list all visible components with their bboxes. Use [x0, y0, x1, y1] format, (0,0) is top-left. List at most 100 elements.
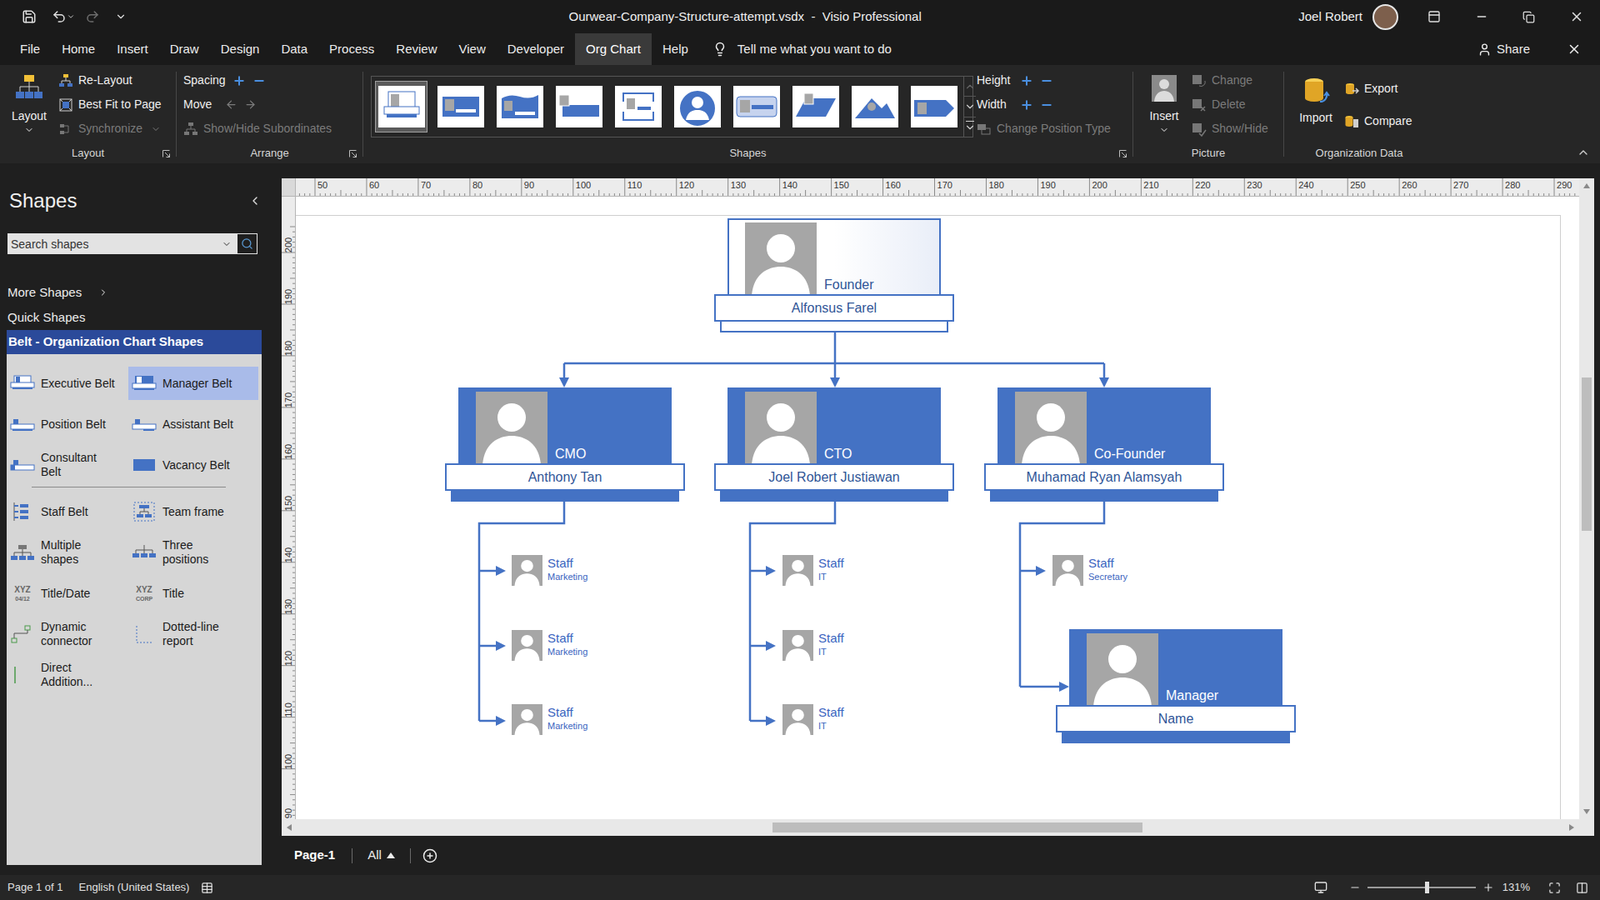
stencil-shape[interactable]: Vacancy Belt — [128, 448, 259, 482]
style-thumbnail[interactable] — [552, 80, 605, 133]
staff-shape[interactable]: StaffMarketing — [510, 554, 588, 587]
gallery-down-button[interactable] — [964, 95, 976, 116]
org-position-shape[interactable]: Co-FounderMuhamad Ryan Alamsyah — [997, 387, 1211, 503]
increase-spacing-icon[interactable] — [232, 74, 246, 88]
search-shapes-input[interactable] — [7, 233, 222, 255]
restore-button[interactable] — [1505, 0, 1553, 34]
menu-tab[interactable]: Org Chart — [575, 33, 652, 65]
menu-tab[interactable]: Home — [50, 33, 106, 65]
ribbon-button[interactable]: Re-Layout — [58, 68, 162, 93]
menu-tab[interactable]: Developer — [496, 33, 575, 65]
menu-tab[interactable]: Data — [270, 33, 319, 65]
page-tab[interactable]: Page-1 — [281, 845, 335, 865]
minimize-button[interactable] — [1457, 0, 1505, 34]
scroll-left-button[interactable] — [281, 819, 297, 836]
redo-icon[interactable] — [85, 9, 100, 25]
close-document-button[interactable] — [1566, 41, 1582, 57]
collapse-ribbon-button[interactable] — [1576, 145, 1590, 160]
style-thumbnail[interactable] — [670, 80, 724, 133]
ribbon-button[interactable]: Show/Hide Subordinates — [183, 116, 363, 141]
style-thumbnail[interactable] — [907, 80, 960, 133]
stencil-shape[interactable]: XYZ04/12Title/Date — [6, 576, 125, 610]
staff-shape[interactable]: StaffIT — [781, 554, 845, 587]
org-position-shape[interactable]: ManagerName — [1069, 629, 1283, 745]
menu-tab[interactable]: View — [447, 33, 496, 65]
stencil-shape[interactable]: Multiple shapes — [6, 535, 125, 570]
stencil-shape[interactable]: Three positions — [128, 535, 259, 570]
zoom-in-icon[interactable] — [1482, 881, 1495, 894]
stencil-shape[interactable]: Dotted-line report — [128, 617, 259, 651]
dialog-launcher-icon[interactable] — [348, 149, 358, 159]
all-pages-button[interactable]: All — [367, 845, 395, 865]
add-page-icon[interactable] — [422, 848, 438, 864]
import-button[interactable]: Import — [1295, 68, 1336, 144]
stencil-shape[interactable]: Executive Belt — [6, 366, 125, 400]
staff-shape[interactable]: StaffMarketing — [510, 629, 588, 662]
macro-recorder-icon[interactable] — [200, 881, 214, 895]
menu-tab[interactable]: Insert — [105, 33, 160, 65]
style-thumbnail[interactable] — [375, 80, 428, 133]
layout-button[interactable]: Layout — [8, 68, 50, 144]
ribbon-button[interactable]: Export — [1344, 76, 1398, 101]
share-button[interactable]: Share — [1477, 40, 1530, 60]
style-thumbnail[interactable] — [730, 80, 783, 133]
staff-shape[interactable]: StaffIT — [781, 703, 845, 736]
pane-link[interactable]: More Shapes — [0, 280, 269, 305]
decrease-width-icon[interactable] — [1040, 98, 1054, 112]
org-position-shape[interactable]: CTOJoel Robert Justiawan — [727, 387, 941, 503]
move-right-icon[interactable] — [244, 98, 257, 111]
search-shapes-field[interactable] — [7, 233, 258, 255]
menu-tab[interactable]: Help — [651, 33, 700, 65]
ribbon-button[interactable]: Show/Hide — [1191, 116, 1269, 141]
gallery-up-button[interactable] — [964, 76, 976, 96]
style-thumbnail[interactable] — [493, 80, 546, 133]
user-avatar[interactable] — [1372, 4, 1399, 30]
ribbon-button[interactable]: Delete — [1191, 92, 1269, 117]
zoom-out-icon[interactable] — [1349, 881, 1361, 894]
increase-width-icon[interactable] — [1020, 98, 1034, 112]
org-position-shape[interactable]: CMOAnthony Tan — [458, 387, 672, 503]
staff-shape[interactable]: StaffIT — [781, 629, 845, 662]
stencil-shape[interactable]: Direct Addition... — [6, 658, 125, 692]
tell-me-box[interactable]: Tell me what you want to do — [712, 40, 892, 60]
close-button[interactable] — [1552, 0, 1600, 34]
drawing-canvas[interactable]: FounderAlfonsus Farel CMOAnthony Tan CTOJo… — [295, 196, 1580, 820]
ribbon-button[interactable]: Change — [1191, 68, 1269, 93]
scroll-up-button[interactable] — [1579, 178, 1595, 194]
org-position-shape[interactable]: FounderAlfonsus Farel — [727, 218, 941, 334]
dialog-launcher-icon[interactable] — [1118, 149, 1128, 159]
search-button[interactable] — [236, 233, 258, 255]
scroll-thumb[interactable] — [772, 822, 1143, 833]
ribbon-button[interactable]: Best Fit to Page — [58, 92, 162, 117]
menu-tab[interactable]: Review — [385, 33, 448, 65]
menu-tab[interactable]: Process — [318, 33, 385, 65]
style-thumbnail[interactable] — [789, 80, 842, 133]
menu-tab[interactable]: File — [9, 33, 51, 65]
zoom-slider-thumb[interactable] — [1425, 881, 1430, 894]
stencil-shape[interactable]: Staff Belt — [6, 495, 125, 529]
menu-tab[interactable]: Design — [210, 33, 271, 65]
stencil-shape[interactable]: Assistant Belt — [128, 407, 259, 441]
staff-shape[interactable]: StaffMarketing — [510, 703, 588, 736]
collapse-pane-icon[interactable] — [248, 194, 262, 208]
user-name[interactable]: Joel Robert — [1298, 7, 1363, 27]
stencil-shape[interactable]: Team frame — [128, 495, 259, 529]
zoom-level[interactable]: 131% — [1502, 879, 1530, 896]
page-indicator[interactable]: Page 1 of 1 — [7, 879, 64, 896]
language-indicator[interactable]: English (United States) — [79, 879, 190, 896]
stencil-shape[interactable]: Position Belt — [6, 407, 125, 441]
zoom-slider[interactable] — [1367, 881, 1476, 894]
scroll-right-button[interactable] — [1564, 819, 1580, 836]
menu-tab[interactable]: Draw — [159, 33, 210, 65]
ribbon-display-button[interactable] — [1410, 0, 1458, 34]
scroll-thumb[interactable] — [1581, 377, 1592, 531]
move-left-icon[interactable] — [225, 98, 238, 111]
style-thumbnail[interactable] — [848, 80, 901, 133]
presentation-mode-icon[interactable] — [1314, 880, 1328, 895]
save-icon[interactable] — [21, 9, 37, 25]
switch-windows-icon[interactable] — [1575, 881, 1589, 895]
customize-icon[interactable] — [115, 10, 127, 23]
staff-shape[interactable]: StaffSecretary — [1051, 554, 1128, 587]
search-options-icon[interactable] — [221, 239, 232, 250]
pane-link[interactable]: Quick Shapes — [0, 305, 269, 330]
